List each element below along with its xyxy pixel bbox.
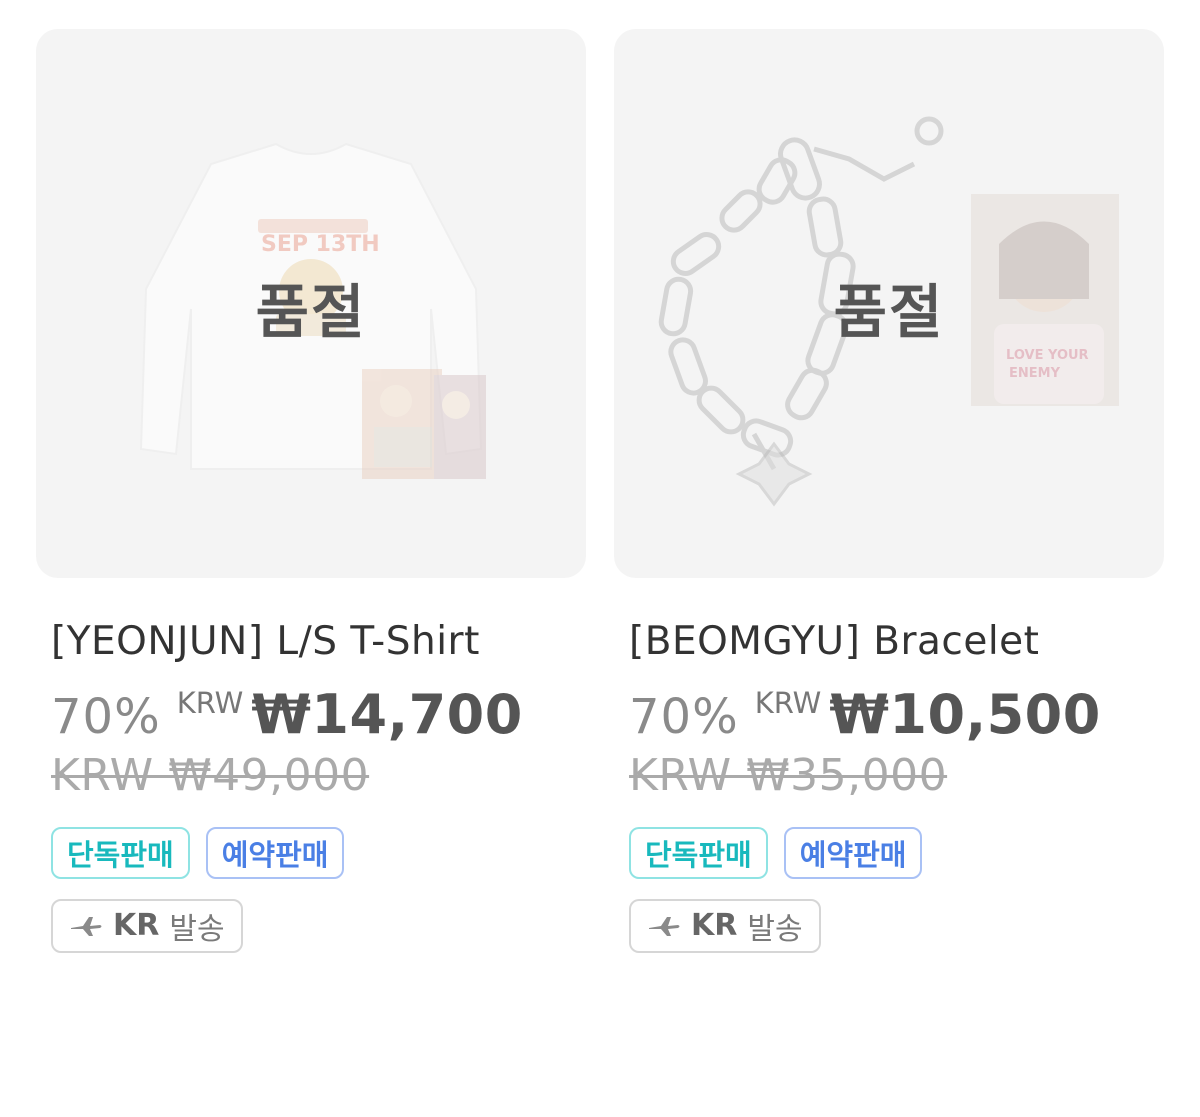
product-card-beomgyu[interactable]: LOVE YOUR ENEMY 품절 [BEOMGYU] Bracelet 70… — [614, 29, 1164, 953]
shipping-badge: KR 발송 — [629, 898, 821, 953]
currency-label: KRW — [176, 685, 244, 720]
price-row: 70% KRW ₩10,500 — [629, 683, 1164, 746]
exclusive-badge: 단독판매 — [629, 826, 768, 879]
soldout-label: 품절 — [833, 278, 945, 346]
shipping-label: 발송 — [169, 911, 225, 947]
shipping-label: 발송 — [747, 911, 803, 947]
airplane-icon — [649, 916, 680, 936]
airplane-icon — [71, 916, 102, 936]
shipping-badge: KR 발송 — [51, 898, 243, 953]
sale-price: ₩10,500 — [829, 682, 1101, 746]
product-image[interactable]: SEP 13TH 품절 — [36, 29, 586, 578]
sale-price: ₩14,700 — [251, 682, 523, 746]
badge-row: 단독판매 예약판매 — [629, 826, 1164, 879]
product-title[interactable]: [YEONJUN] L/S T-Shirt — [51, 614, 571, 671]
original-price: KRW ₩49,000 — [51, 749, 370, 801]
currency-label: KRW — [754, 685, 822, 720]
preorder-badge: 예약판매 — [205, 826, 345, 879]
original-price: KRW ₩35,000 — [629, 749, 948, 801]
price-row: 70% KRW ₩14,700 — [51, 683, 586, 746]
shipping-country: KR — [113, 908, 160, 944]
discount-rate: 70% — [51, 688, 161, 745]
svg-text:SEP 13TH: SEP 13TH — [261, 232, 380, 257]
product-image[interactable]: LOVE YOUR ENEMY 품절 — [614, 29, 1164, 578]
svg-text:ENEMY: ENEMY — [1009, 366, 1061, 381]
preorder-badge: 예약판매 — [783, 826, 923, 879]
product-card-yeonjun[interactable]: SEP 13TH 품절 [YEONJUN] L/S T-Shirt 70% KR… — [36, 29, 586, 953]
soldout-label: 품절 — [255, 278, 367, 346]
badge-row: 단독판매 예약판매 — [51, 826, 586, 879]
exclusive-badge: 단독판매 — [51, 826, 190, 879]
discount-rate: 70% — [629, 688, 739, 745]
shipping-country: KR — [691, 908, 738, 944]
svg-text:LOVE YOUR: LOVE YOUR — [1006, 348, 1089, 363]
product-title[interactable]: [BEOMGYU] Bracelet — [629, 614, 1149, 671]
